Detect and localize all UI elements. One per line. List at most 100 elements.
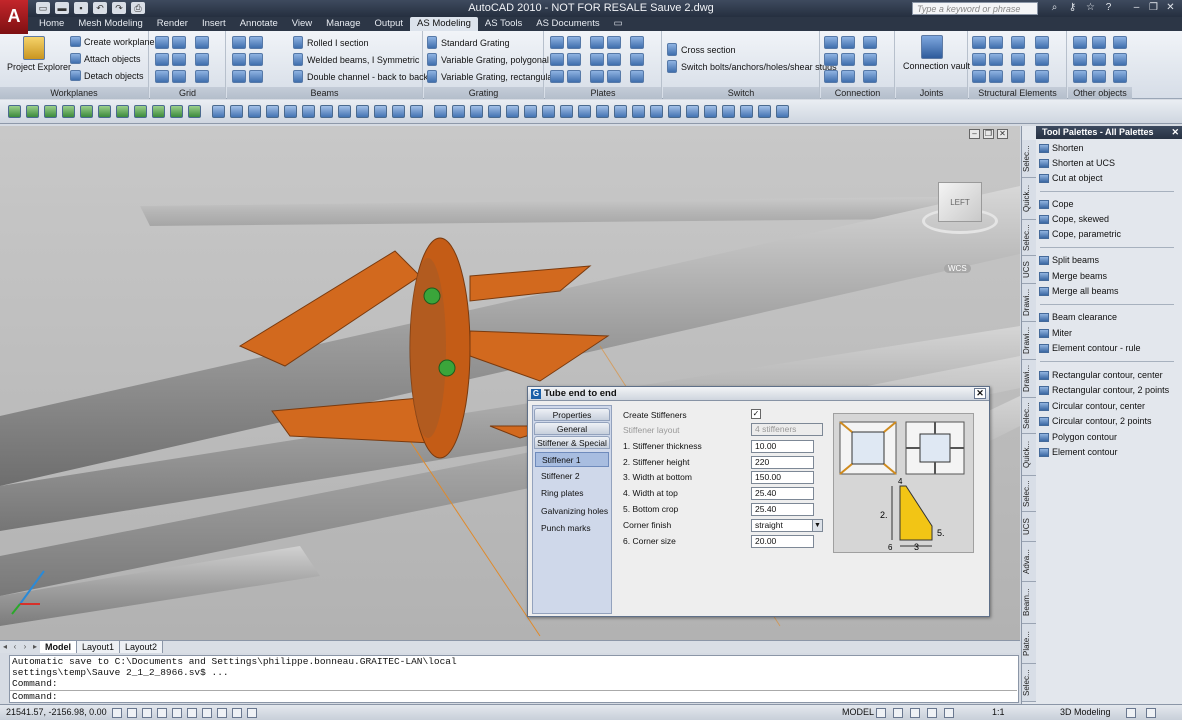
help-icon[interactable]: ? [1102,2,1115,14]
tab-manage[interactable]: Manage [319,17,367,31]
edit-tool-icon[interactable] [470,105,483,118]
edit-tool-icon[interactable] [506,105,519,118]
last-tab-icon[interactable]: ▸ [30,641,40,653]
toolbar-tool-icon[interactable] [170,105,183,118]
rolled-section-icon[interactable] [293,36,303,49]
plate-tool-icon[interactable] [607,53,621,66]
tab-insert[interactable]: Insert [195,17,233,31]
toolbar-tool-icon[interactable] [116,105,129,118]
width-at-bottom-input[interactable]: 150.00 [751,471,814,484]
polygonal-grating-button[interactable]: Variable Grating, polygonal [441,55,549,65]
cross-section-icon[interactable] [667,43,677,56]
connection-tool-icon[interactable] [863,36,877,49]
plate-tool-icon[interactable] [590,70,604,83]
connection-vault-button[interactable]: Connection vault [903,61,970,71]
coordinate-readout[interactable]: 21541.57, -2156.98, 0.00 [6,707,107,717]
palette-item-merge-beams[interactable]: Merge beams [1038,269,1178,284]
attach-objects-icon[interactable] [70,53,81,64]
lock-icon[interactable] [1126,708,1136,718]
palette-tab[interactable]: Drawi... [1022,322,1036,360]
beam-tool-icon[interactable] [249,36,263,49]
bolt[interactable] [423,287,441,305]
close-icon[interactable]: ✕ [997,129,1008,139]
tab-general[interactable]: General [534,422,610,435]
plate-tool-icon[interactable] [550,36,564,49]
other-objects-label[interactable]: Other objects [1068,87,1132,99]
first-tab-icon[interactable]: ◂ [0,641,10,653]
nav-ring-plates[interactable]: Ring plates [535,486,609,501]
edit-tool-icon[interactable] [488,105,501,118]
palette-tab[interactable]: Quick... [1022,178,1036,220]
tab-as-tools[interactable]: AS Tools [478,17,529,31]
edit-tool-icon[interactable] [578,105,591,118]
toolbar-tool-icon[interactable] [188,105,201,118]
rectangular-grating-icon[interactable] [427,70,437,83]
edit-tool-icon[interactable] [434,105,447,118]
connection-vault-icon[interactable] [921,35,943,59]
plate-tool-icon[interactable] [550,70,564,83]
prev-tab-icon[interactable]: ‹ [10,641,20,653]
stiffener-height-input[interactable]: 220 [751,456,814,469]
pan-icon[interactable] [893,708,903,718]
view-tool-icon[interactable] [230,105,243,118]
connection-tool-icon[interactable] [841,53,855,66]
showmotion-icon[interactable] [944,708,954,718]
restore-icon[interactable]: ❐ [1147,2,1160,14]
double-channel-icon[interactable] [293,70,303,83]
other-tool-icon[interactable] [1092,53,1106,66]
palette-item-rect-contour-center[interactable]: Rectangular contour, center [1038,368,1178,383]
app-menu-button[interactable]: A [0,0,28,34]
next-tab-icon[interactable]: › [20,641,30,653]
toolbar-tool-icon[interactable] [8,105,21,118]
view-tool-icon[interactable] [356,105,369,118]
other-tool-icon[interactable] [1113,70,1127,83]
palette-item-cope[interactable]: Cope [1038,197,1178,212]
lineweight-icon[interactable] [232,708,242,718]
palette-tab[interactable]: Selec... [1022,398,1036,434]
other-tool-icon[interactable] [1113,53,1127,66]
palette-tab[interactable]: Selec... [1022,476,1036,512]
grid-tool-icon[interactable] [172,53,186,66]
beam-tool-icon[interactable] [232,36,246,49]
command-input[interactable]: Command: [10,690,1017,702]
wcs-menu[interactable]: WCS [944,264,971,273]
palette-item-polygon-contour[interactable]: Polygon contour [1038,430,1178,445]
grid-tool-icon[interactable] [195,70,209,83]
tab-layout2[interactable]: Layout2 [120,641,164,653]
structural-tool-icon[interactable] [1035,70,1049,83]
grating-group-label[interactable]: Grating [424,87,543,99]
plate-tool-icon[interactable] [567,70,581,83]
tab-annotate[interactable]: Annotate [233,17,285,31]
structural-tool-icon[interactable] [972,70,986,83]
quick-view-icon[interactable] [876,708,886,718]
cross-section-button[interactable]: Cross section [681,45,736,55]
polar-tracking-icon[interactable] [157,708,167,718]
create-workplane-icon[interactable] [70,36,81,47]
viewcube-face-left[interactable]: LEFT [938,182,982,222]
corner-size-input[interactable]: 20.00 [751,535,814,548]
palette-item-beam-clearance[interactable]: Beam clearance [1038,310,1178,325]
object-snap-tracking-icon[interactable] [187,708,197,718]
welded-beam-icon[interactable] [293,53,303,66]
palette-item-circ-contour-center[interactable]: Circular contour, center [1038,399,1178,414]
ortho-mode-icon[interactable] [142,708,152,718]
plate-tool-icon[interactable] [550,53,564,66]
edit-tool-icon[interactable] [614,105,627,118]
connection-tool-icon[interactable] [824,53,838,66]
nav-stiffener-1[interactable]: Stiffener 1 [535,452,609,467]
tab-mesh-modeling[interactable]: Mesh Modeling [71,17,149,31]
palette-tab[interactable]: Selec... [1022,664,1036,702]
grid-tool-icon[interactable] [195,36,209,49]
palette-tab[interactable]: Adva... [1022,542,1036,582]
quick-properties-icon[interactable] [247,708,257,718]
connection-tool-icon[interactable] [841,36,855,49]
polygonal-grating-icon[interactable] [427,53,437,66]
rectangular-grating-button[interactable]: Variable Grating, rectangular [441,72,555,82]
bolt[interactable] [438,359,456,377]
switch-bolts-icon[interactable] [667,60,677,73]
tab-render[interactable]: Render [150,17,195,31]
toolbar-tool-icon[interactable] [44,105,57,118]
plate-tool-icon[interactable] [607,70,621,83]
palette-item-element-contour-rule[interactable]: Element contour - rule [1038,341,1178,356]
restore-icon[interactable]: ❐ [983,129,994,139]
